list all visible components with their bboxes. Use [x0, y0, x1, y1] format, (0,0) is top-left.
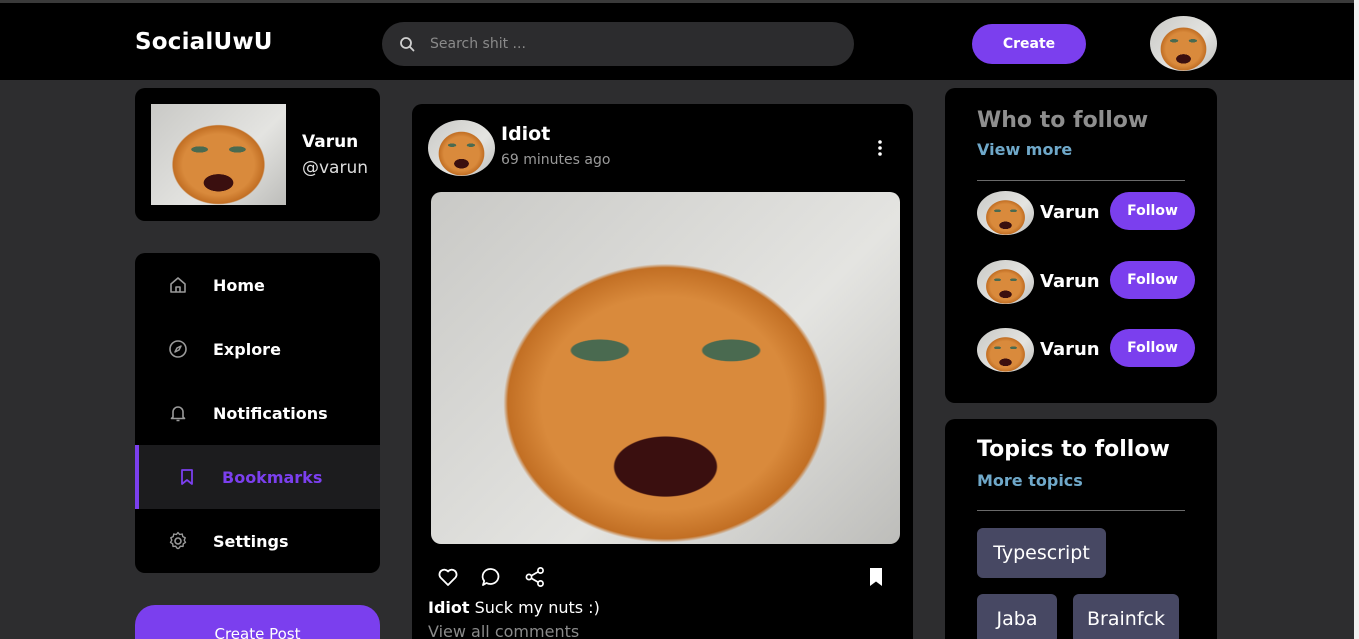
post-image[interactable] — [431, 192, 900, 544]
divider — [977, 180, 1185, 181]
sidebar-item-label: Bookmarks — [222, 467, 323, 487]
post-timestamp: 69 minutes ago — [501, 152, 611, 168]
sidebar-item-home[interactable]: Home — [135, 253, 380, 317]
page-scrollbar[interactable] — [1354, 0, 1359, 639]
suggestion-avatar[interactable] — [977, 191, 1034, 235]
share-icon[interactable] — [524, 566, 546, 588]
view-comments-link[interactable]: View all comments — [428, 622, 579, 639]
sidebar-nav: Home Explore Notifications Bookmarks Set… — [135, 253, 380, 573]
follow-button[interactable]: Follow — [1110, 261, 1195, 299]
post-author-avatar[interactable] — [428, 120, 495, 176]
follow-suggestion: Varun Follow — [977, 191, 1197, 237]
suggestion-avatar[interactable] — [977, 260, 1034, 304]
caption-text: Suck my nuts :) — [469, 598, 600, 617]
who-to-follow-title: Who to follow — [977, 108, 1149, 133]
post-caption: Idiot Suck my nuts :) — [428, 598, 600, 617]
follow-suggestion: Varun Follow — [977, 328, 1197, 374]
gear-icon — [169, 531, 187, 550]
bell-icon — [170, 406, 186, 422]
sidebar-item-label: Settings — [213, 531, 289, 551]
bookmark-icon — [181, 469, 193, 485]
sidebar-item-label: Explore — [213, 339, 281, 359]
suggestion-name[interactable]: Varun — [1040, 202, 1100, 223]
profile-handle: @varun — [302, 158, 369, 178]
who-to-follow-card: Who to follow View more Varun Follow Var… — [945, 88, 1217, 403]
search-bar[interactable] — [382, 22, 854, 66]
sidebar-item-notifications[interactable]: Notifications — [135, 381, 380, 445]
follow-button[interactable]: Follow — [1110, 192, 1195, 230]
bookmark-icon[interactable] — [865, 566, 887, 588]
suggestion-name[interactable]: Varun — [1040, 339, 1100, 360]
sidebar-item-settings[interactable]: Settings — [135, 509, 380, 573]
topics-card: Topics to follow More topics Typescript … — [945, 419, 1217, 639]
more-options-icon[interactable] — [872, 138, 888, 158]
topic-chip[interactable]: Jaba — [977, 594, 1057, 639]
sidebar-item-explore[interactable]: Explore — [135, 317, 380, 381]
create-button[interactable]: Create — [972, 24, 1086, 64]
post-author-name[interactable]: Idiot — [501, 123, 550, 145]
compass-icon — [169, 340, 187, 358]
topics-title: Topics to follow — [977, 437, 1170, 462]
top-bar: SocialUwU Create — [0, 0, 1359, 80]
topic-chip[interactable]: Typescript — [977, 528, 1106, 578]
follow-suggestion: Varun Follow — [977, 260, 1197, 306]
sidebar-item-bookmarks[interactable]: Bookmarks — [135, 445, 380, 509]
divider — [977, 510, 1185, 511]
more-topics-link[interactable]: More topics — [977, 471, 1083, 490]
user-avatar[interactable] — [1150, 16, 1217, 71]
search-input[interactable] — [430, 22, 830, 66]
profile-name[interactable]: Varun — [302, 132, 358, 152]
comment-icon[interactable] — [480, 566, 502, 588]
search-icon — [400, 37, 415, 52]
view-more-link[interactable]: View more — [977, 140, 1072, 159]
suggestion-name[interactable]: Varun — [1040, 271, 1100, 292]
app-logo[interactable]: SocialUwU — [135, 29, 273, 55]
home-icon — [170, 277, 186, 293]
sidebar-item-label: Notifications — [213, 403, 328, 423]
suggestion-avatar[interactable] — [977, 328, 1034, 372]
sidebar-item-label: Home — [213, 275, 265, 295]
post-card: Idiot 69 minutes ago Idiot Suck my nuts … — [412, 104, 913, 639]
caption-author[interactable]: Idiot — [428, 598, 470, 617]
create-post-button[interactable]: Create Post — [135, 605, 380, 639]
like-icon[interactable] — [437, 566, 459, 588]
follow-button[interactable]: Follow — [1110, 329, 1195, 367]
profile-image — [151, 104, 286, 205]
profile-card: Varun @varun — [135, 88, 380, 221]
topic-chip[interactable]: Brainfck — [1073, 594, 1179, 639]
